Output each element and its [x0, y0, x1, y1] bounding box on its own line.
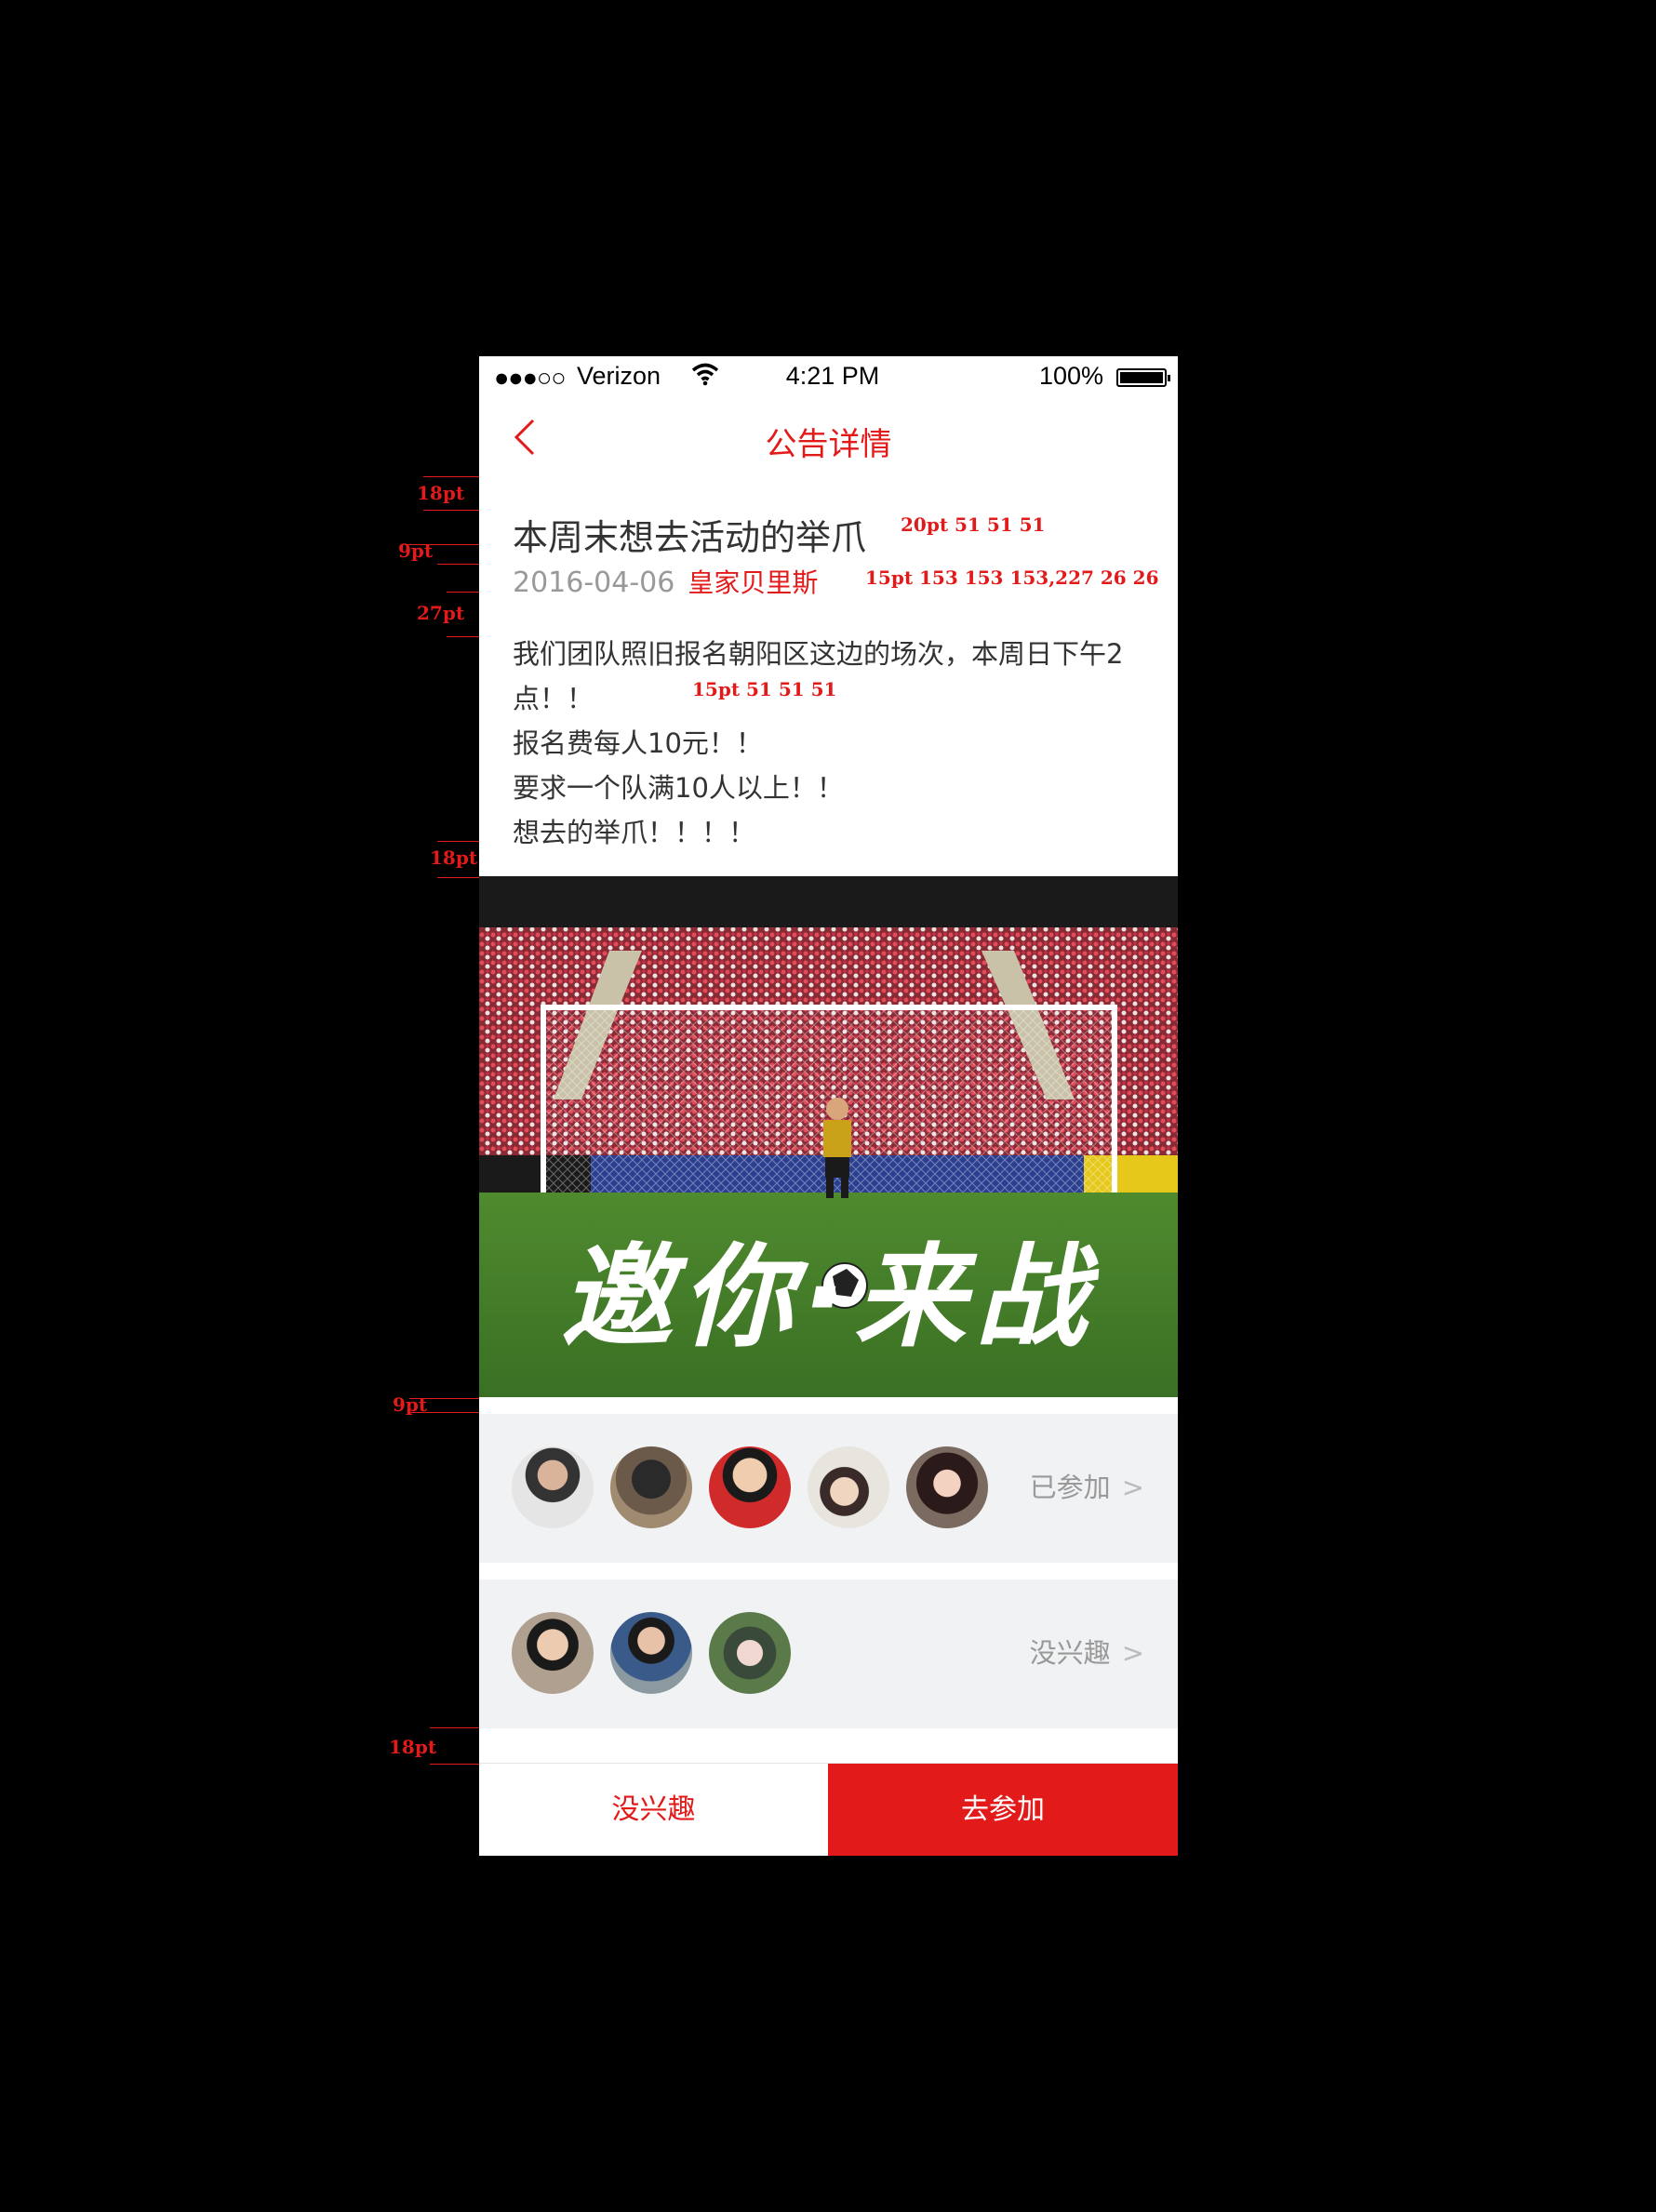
spacing-annotation: 18pt	[389, 1736, 437, 1758]
avatar[interactable]	[512, 1612, 594, 1694]
avatar[interactable]	[709, 1612, 791, 1694]
no-interest-label: 没兴趣	[1029, 1637, 1111, 1669]
avatar[interactable]	[808, 1446, 889, 1528]
avatar[interactable]	[610, 1446, 692, 1528]
no-interest-row[interactable]: 没兴趣 >	[479, 1579, 1178, 1728]
avatar[interactable]	[906, 1446, 988, 1528]
body-line: 想去的举爪！！！！	[513, 817, 756, 848]
signal-icon: ●●●○○	[494, 364, 567, 392]
banner-image: 邀你·来战	[479, 876, 1178, 1397]
join-button[interactable]: 去参加	[828, 1764, 1178, 1856]
body-line: 我们团队照旧报名朝阳区这边的场次，本周日下午2	[513, 638, 1124, 670]
carrier-name: Verizon	[577, 362, 661, 390]
body-line: 要求一个队满10人以上！！	[513, 772, 844, 804]
no-interest-link[interactable]: 没兴趣 >	[1030, 1632, 1144, 1671]
meta-spec-annotation: 15pt 153 153 153,227 26 26	[865, 566, 1159, 589]
joined-label: 已参加	[1029, 1472, 1111, 1503]
avatar[interactable]	[610, 1612, 692, 1694]
spacing-annotation: 27pt	[417, 602, 465, 624]
wifi-icon	[691, 362, 719, 393]
nav-bar: 公告详情	[479, 396, 1178, 480]
battery-percent: 100%	[1038, 362, 1103, 390]
no-interest-avatars	[512, 1612, 791, 1694]
post-date: 2016-04-06	[513, 566, 675, 599]
spacing-annotation: 18pt	[417, 482, 465, 504]
joined-avatars	[512, 1446, 988, 1528]
spacing-annotation: 9pt	[398, 540, 434, 562]
banner-slogan: 邀你·来战	[560, 1233, 1097, 1363]
body-line: 报名费每人10元！！	[513, 727, 763, 759]
chevron-right-icon: >	[1121, 1472, 1144, 1503]
post-body: 我们团队照旧报名朝阳区这边的场次，本周日下午2 点！！ 报名费每人10元！！ 要…	[513, 632, 1155, 855]
battery-icon	[1116, 368, 1170, 387]
avatar[interactable]	[709, 1446, 791, 1528]
title-spec-annotation: 20pt 51 51 51	[901, 513, 1046, 536]
not-interested-button[interactable]: 没兴趣	[479, 1764, 828, 1856]
post-author[interactable]: 皇家贝里斯	[688, 567, 818, 598]
spacing-annotation: 18pt	[430, 846, 478, 869]
bottom-action-bar: 没兴趣 去参加	[479, 1763, 1178, 1856]
page-title: 公告详情	[765, 426, 892, 463]
joined-link[interactable]: 已参加 >	[1030, 1466, 1144, 1505]
post-meta: 2016-04-06 皇家贝里斯	[513, 563, 818, 600]
joined-row[interactable]: 已参加 >	[479, 1414, 1178, 1563]
post-title: 本周末想去活动的举爪	[513, 517, 867, 558]
clock: 4:21 PM	[785, 362, 880, 390]
body-spec-annotation: 15pt 51 51 51	[692, 678, 837, 700]
status-bar: ●●●○○ Verizon 4:21 PM 100%	[479, 356, 1178, 396]
chevron-right-icon: >	[1121, 1637, 1144, 1669]
avatar[interactable]	[512, 1446, 594, 1528]
